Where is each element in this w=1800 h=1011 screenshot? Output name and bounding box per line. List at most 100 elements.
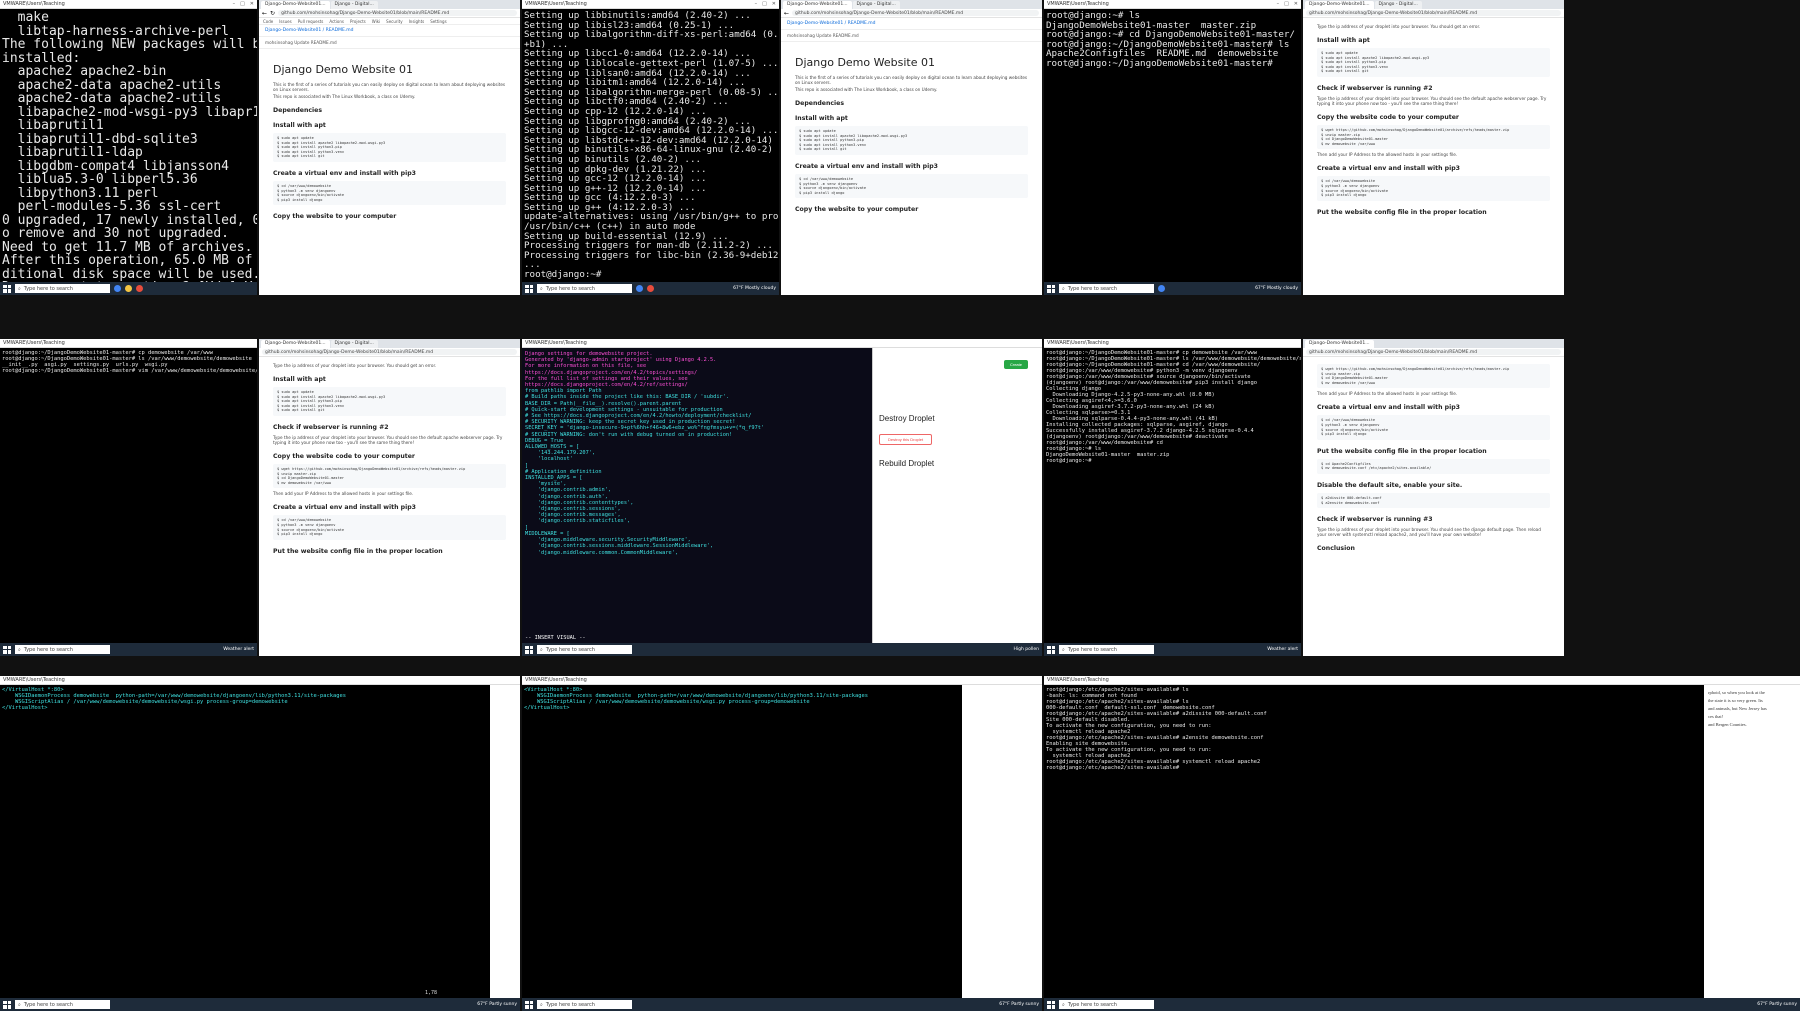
windows-start-icon[interactable]	[525, 284, 533, 293]
vim-editor[interactable]: <VirtualHost *:80> WSGIDaemonProcess dem…	[522, 685, 962, 998]
weather-widget[interactable]: Weather alert	[1267, 647, 1298, 652]
taskbar-search[interactable]: ⌕ Type here to search	[1059, 645, 1154, 654]
windows-start-icon[interactable]	[3, 645, 11, 654]
taskbar-search[interactable]: ⌕ Type here to search	[15, 284, 110, 293]
repo-breadcrumb[interactable]: Django-Demo-Website01 / README.md	[259, 25, 520, 37]
taskbar-search[interactable]: ⌕ Type here to search	[537, 645, 632, 654]
search-icon: ⌕	[540, 646, 543, 653]
url-input[interactable]: github.com/mohsinsohag/Django-Demo-Websi…	[792, 10, 1039, 16]
taskbar-search[interactable]: ⌕ Type here to search	[1059, 284, 1154, 293]
weather-widget[interactable]: 67°F Partly sunny	[999, 1002, 1039, 1007]
code-block-disable[interactable]: $ a2dissite 000-default.conf $ a2ensite …	[1317, 492, 1550, 509]
back-icon[interactable]: ←	[784, 10, 789, 17]
code-block-copy[interactable]: $ wget https://github.com/mohsinsohag/Dj…	[1317, 124, 1550, 150]
destroy-droplet-button[interactable]: Destroy this Droplet	[879, 434, 933, 445]
maximize-icon[interactable]: □	[762, 1, 767, 7]
windows-start-icon[interactable]	[3, 284, 11, 293]
code-block-venv[interactable]: $ cd /var/www/demowebsite $ python3 -m v…	[1317, 176, 1550, 201]
url-input[interactable]: github.com/mohsinsohag/Django-Demo-Websi…	[262, 349, 517, 355]
repo-nav-item[interactable]: Projects	[350, 19, 366, 24]
repo-nav-item[interactable]: Insights	[409, 19, 425, 24]
repo-nav-item[interactable]: Security	[386, 19, 402, 24]
weather-widget[interactable]: 67°F Partly sunny	[477, 1002, 517, 1007]
browser-tab[interactable]: Django-Demo-Website01...	[1305, 340, 1374, 348]
weather-widget[interactable]: 67°F Mostly cloudy	[1255, 286, 1298, 291]
close-icon[interactable]: ✕	[250, 1, 254, 7]
code-block-config[interactable]: $ cd Apache2Configfiles $ mv demowebsite…	[1317, 458, 1550, 474]
code-block-apt[interactable]: $ sudo apt update $ sudo apt install apa…	[273, 133, 506, 162]
weather-widget[interactable]: 67°F Partly sunny	[1757, 1002, 1797, 1007]
terminal-output[interactable]: root@django:/etc/apache2/sites-available…	[1044, 685, 1704, 998]
browser-tab[interactable]: Django - Digital...	[330, 340, 378, 348]
terminal-output[interactable]: root@django:~/DjangoDemoWebsite01-master…	[1044, 348, 1301, 643]
minimize-icon[interactable]: –	[233, 1, 236, 7]
browser-tab[interactable]: Django - Digital...	[1374, 1, 1422, 9]
terminal-line: ditional disk space will be used.	[2, 266, 257, 282]
weather-widget[interactable]: 67°F Mostly cloudy	[733, 286, 776, 291]
terminal-output[interactable]: Setting up libbinutils:amd64 (2.40-2) ..…	[522, 9, 779, 282]
code-block-apt[interactable]: $ sudo apt update $ sudo apt install apa…	[795, 126, 1028, 155]
weather-widget[interactable]: High pollen	[1013, 647, 1039, 652]
code-block-venv[interactable]: $ cd /var/www/demowebsite $ python3 -m v…	[795, 173, 1028, 199]
windows-start-icon[interactable]	[1047, 645, 1055, 654]
terminal-output[interactable]: make libtap-harness-archive-perl The foll…	[0, 9, 257, 282]
taskbar-search[interactable]: ⌕ Type here to search	[1059, 1000, 1154, 1009]
windows-start-icon[interactable]	[525, 1000, 533, 1009]
browser-tab[interactable]: Django-Demo-Website01...	[783, 1, 852, 9]
back-icon[interactable]: ←	[262, 10, 267, 17]
taskbar-search[interactable]: ⌕ Type here to search	[537, 1000, 632, 1009]
repo-nav-item[interactable]: Actions	[329, 19, 344, 24]
code-block-venv[interactable]: $ cd /var/www/demowebsite $ python3 -m v…	[273, 180, 506, 206]
chrome-icon[interactable]	[636, 285, 643, 292]
code-block-venv[interactable]: $ cd /var/www/demowebsite $ python3 -m v…	[273, 515, 506, 540]
browser-tab[interactable]: Django-Demo-Website01...	[261, 1, 330, 9]
weather-widget[interactable]: Weather alert	[223, 647, 254, 652]
address-bar: github.com/mohsinsohag/Django-Demo-Websi…	[259, 348, 520, 357]
code-block-apt[interactable]: $ sudo apt update $ sudo apt install apa…	[1317, 48, 1550, 77]
code-block-venv[interactable]: $ cd /var/www/demowebsite $ python3 -m v…	[1317, 415, 1550, 440]
app-icon[interactable]	[136, 285, 143, 292]
repo-nav-item[interactable]: Issues	[279, 19, 291, 24]
repo-breadcrumb[interactable]: Django-Demo-Website01 / README.md	[781, 18, 1042, 30]
folder-icon[interactable]	[125, 285, 132, 292]
close-icon[interactable]: ✕	[772, 1, 776, 7]
close-icon[interactable]: ✕	[1294, 1, 1298, 7]
heading-dependencies: Dependencies	[273, 107, 323, 114]
vim-editor[interactable]: </VirtualHost *:80> WSGIDaemonProcess de…	[0, 685, 490, 998]
windows-start-icon[interactable]	[3, 1000, 11, 1009]
taskbar-search[interactable]: ⌕ Type here to search	[537, 284, 632, 293]
minimize-icon[interactable]: –	[755, 1, 758, 7]
reload-icon[interactable]: ↻	[270, 10, 275, 17]
code-block-apt[interactable]: $ sudo apt update $ sudo apt install apa…	[273, 387, 506, 416]
browser-tab[interactable]: Django - Digital...	[852, 1, 900, 9]
repo-nav-item[interactable]: Code	[263, 19, 273, 24]
chrome-icon[interactable]	[114, 285, 121, 292]
url-input[interactable]: github.com/mohsinsohag/Django-Demo-Websi…	[278, 10, 517, 16]
url-input[interactable]: github.com/mohsinsohag/Django-Demo-Websi…	[1306, 349, 1561, 355]
maximize-icon[interactable]: □	[1284, 1, 1289, 7]
repo-nav-item[interactable]: Wiki	[372, 19, 380, 24]
terminal-output[interactable]: root@django:~# ls DjangoDemoWebsite01-mas…	[1044, 9, 1301, 282]
maximize-icon[interactable]: □	[240, 1, 245, 7]
browser-tab[interactable]: Django - Digital...	[330, 1, 378, 9]
repo-nav-item[interactable]: Pull requests	[298, 19, 324, 24]
vim-editor[interactable]: Django settings for demowebsite project.…	[522, 348, 872, 643]
taskbar-search[interactable]: ⌕ Type here to search	[15, 1000, 110, 1009]
readme-assoc: This repo is associated with The Linux W…	[795, 87, 938, 92]
minimize-icon[interactable]: –	[1277, 1, 1280, 7]
windows-start-icon[interactable]	[1047, 1000, 1055, 1009]
code-block-copy[interactable]: $ wget https://github.com/mohsinsohag/Dj…	[273, 463, 506, 489]
chrome-icon[interactable]	[1158, 285, 1165, 292]
browser-tab[interactable]: Django-Demo-Website01...	[261, 340, 330, 348]
create-button[interactable]: Create	[1003, 360, 1028, 369]
browser-tab[interactable]: Django-Demo-Website01...	[1305, 1, 1374, 9]
repo-nav-item[interactable]: Settings	[430, 19, 446, 24]
code-block-copy[interactable]: $ wget https://github.com/mohsinsohag/Dj…	[1317, 364, 1550, 389]
terminal-output[interactable]: root@django:~/DjangoDemoWebsite01-master…	[0, 348, 257, 643]
readme-text: Type the ip address of your droplet into…	[273, 363, 437, 368]
windows-start-icon[interactable]	[1047, 284, 1055, 293]
app-icon[interactable]	[647, 285, 654, 292]
taskbar-search[interactable]: ⌕ Type here to search	[15, 645, 110, 654]
url-input[interactable]: github.com/mohsinsohag/Django-Demo-Websi…	[1306, 10, 1561, 16]
windows-start-icon[interactable]	[525, 645, 533, 654]
